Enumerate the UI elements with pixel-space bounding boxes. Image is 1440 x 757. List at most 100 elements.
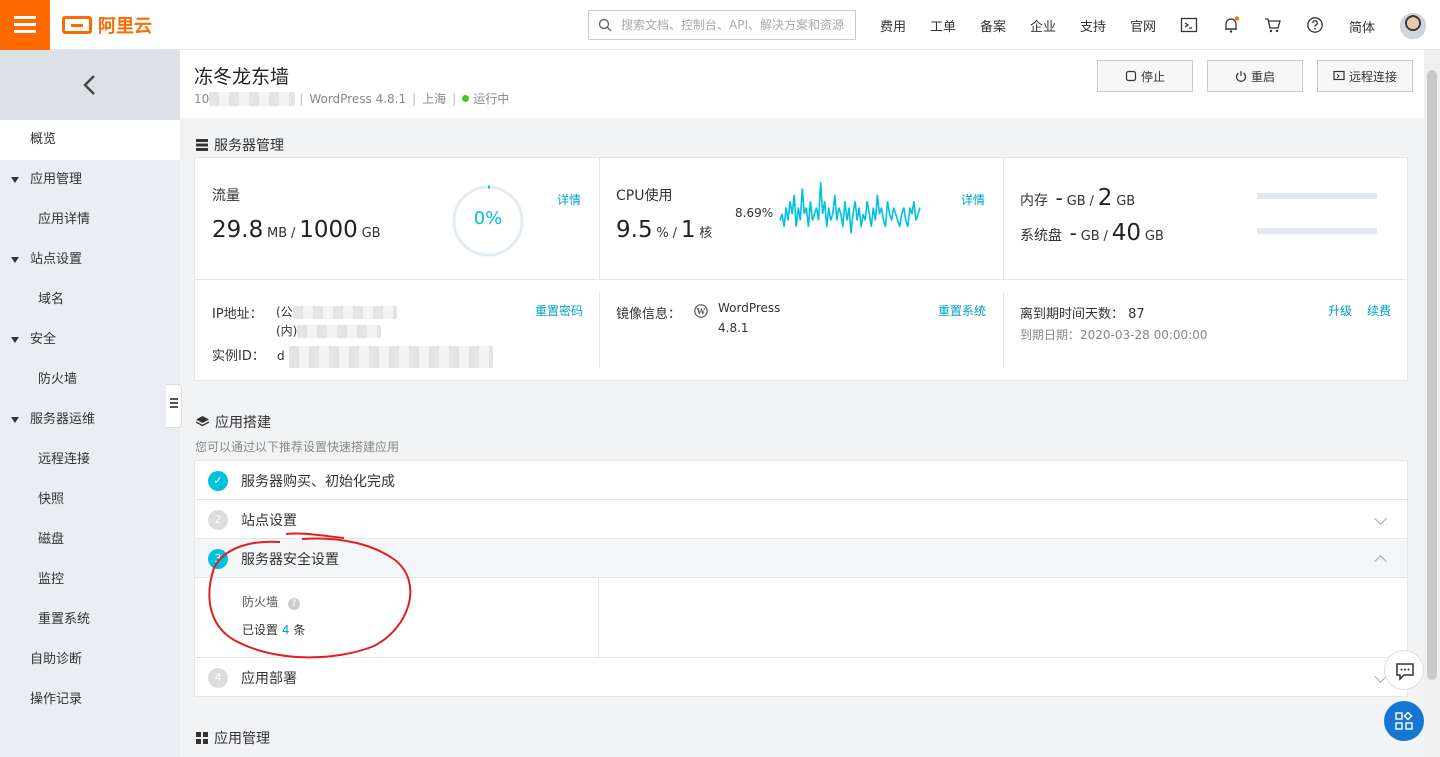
- sidebar-item-label: 磁盘: [38, 532, 65, 547]
- scrollbar-track[interactable]: [1424, 50, 1440, 757]
- server-icon: [196, 139, 208, 151]
- back-button[interactable]: [0, 50, 180, 120]
- sidebar-item-label: 应用详情: [38, 212, 91, 227]
- caret-down-icon: [11, 257, 19, 263]
- app-setup-title-text: 应用搭建: [215, 415, 271, 431]
- disk-total-unit: GB: [1144, 229, 1164, 244]
- search-icon: [598, 18, 612, 32]
- memory-total: 2: [1097, 185, 1113, 211]
- expire-days: 87: [1128, 307, 1145, 322]
- user-avatar[interactable]: [1400, 13, 1426, 39]
- sidebar-item-0[interactable]: 概览: [0, 120, 180, 160]
- feedback-button[interactable]: [1384, 650, 1424, 690]
- step-2-number: 2: [208, 510, 228, 530]
- sidebar-item-7[interactable]: 服务器运维: [0, 400, 180, 440]
- remote-icon: [1333, 70, 1345, 81]
- memory-total-unit: GB: [1116, 194, 1136, 209]
- section-title-text: 服务器管理: [214, 138, 284, 154]
- sidebar-item-8[interactable]: 远程连接: [0, 440, 180, 480]
- remote-connect-button[interactable]: 远程连接: [1317, 60, 1413, 92]
- stop-label: 停止: [1140, 69, 1165, 84]
- sidebar-item-13[interactable]: 自助诊断: [0, 640, 180, 680]
- nav-filing[interactable]: 备案: [968, 16, 1018, 35]
- instance-meta: 10 | WordPress 4.8.1 | 上海 | 运行中: [194, 91, 510, 106]
- search-input[interactable]: 搜索文档、控制台、API、解决方案和资源: [588, 10, 856, 40]
- cpu-detail-link[interactable]: 详情: [961, 191, 985, 208]
- stop-icon: [1125, 70, 1137, 82]
- sidebar-item-label: 概览: [30, 132, 57, 147]
- language-switch[interactable]: 简体: [1349, 17, 1375, 36]
- disk-sep: /: [1103, 229, 1108, 244]
- reset-system-link[interactable]: 重置系统: [938, 302, 986, 319]
- nav-ticket[interactable]: 工单: [918, 16, 968, 35]
- status-dot: [462, 95, 470, 102]
- sidebar-item-label: 域名: [38, 292, 65, 307]
- layers-icon: [196, 416, 209, 427]
- sidebar-item-label: 快照: [38, 492, 65, 507]
- sidebar-item-9[interactable]: 快照: [0, 480, 180, 520]
- cpu-block: CPU使用 9.5 % / 1 核: [616, 185, 712, 243]
- step-check-icon: ✓: [208, 471, 228, 491]
- cart-icon[interactable]: [1264, 16, 1282, 34]
- sidebar-item-3[interactable]: 站点设置: [0, 240, 180, 280]
- sidebar-item-label: 安全: [30, 332, 57, 347]
- cpu-unit: %: [656, 226, 669, 241]
- apps-icon: [1395, 712, 1413, 730]
- cpu-cores-unit: 核: [699, 226, 713, 241]
- sidebar-item-2[interactable]: 应用详情: [0, 200, 180, 240]
- sidebar-item-1[interactable]: 应用管理: [0, 160, 180, 200]
- expire-date-block: 到期日期：2020-03-28 00:00:00: [1020, 326, 1207, 343]
- reset-password-link[interactable]: 重置密码: [535, 302, 583, 319]
- bell-icon[interactable]: [1222, 16, 1240, 34]
- restart-button[interactable]: 重启: [1207, 60, 1303, 92]
- disk-block: 系统盘 - GB / 40 GB: [1020, 220, 1164, 246]
- app-mgmt-title: 应用管理: [196, 728, 270, 748]
- sidebar-item-12[interactable]: 重置系统: [0, 600, 180, 640]
- masked-instance-id: [288, 345, 493, 368]
- header-region: 上海: [422, 92, 447, 106]
- sidebar-menu: 概览应用管理应用详情站点设置域名安全防火墙服务器运维远程连接快照磁盘监控重置系统…: [0, 120, 180, 720]
- caret-down-icon: [11, 337, 19, 343]
- memory-block: 内存 - GB / 2 GB: [1020, 185, 1135, 211]
- masked-ip: [209, 91, 296, 106]
- nav-fee[interactable]: 费用: [868, 16, 918, 35]
- image-info-label: 镜像信息：: [616, 307, 682, 322]
- power-icon: [1235, 71, 1246, 82]
- sidebar-item-5[interactable]: 安全: [0, 320, 180, 360]
- traffic-total-unit: GB: [361, 226, 381, 241]
- sidebar-item-4[interactable]: 域名: [0, 280, 180, 320]
- sidebar-item-label: 服务器运维: [30, 412, 96, 427]
- sidebar-item-11[interactable]: 监控: [0, 560, 180, 600]
- sidebar-item-label: 重置系统: [38, 612, 91, 627]
- step-4-number: 4: [208, 668, 228, 688]
- remote-label: 远程连接: [1348, 69, 1397, 84]
- upgrade-link[interactable]: 升级: [1328, 302, 1352, 319]
- caret-down-icon: [11, 417, 19, 423]
- nav-enterprise[interactable]: 企业: [1018, 16, 1068, 35]
- aliyun-logo[interactable]: 阿里云: [62, 14, 152, 37]
- list-icon: [170, 398, 178, 400]
- cpu-peak-label: 8.69%: [735, 206, 774, 220]
- instance-id-block: 实例ID： d: [212, 345, 493, 368]
- nav-official[interactable]: 官网: [1118, 16, 1168, 35]
- red-annotation-circle: [208, 532, 412, 659]
- renew-link[interactable]: 续费: [1367, 302, 1391, 319]
- sidebar: 概览应用管理应用详情站点设置域名安全防火墙服务器运维远程连接快照磁盘监控重置系统…: [0, 50, 180, 757]
- quick-menu-button[interactable]: [1384, 701, 1424, 741]
- step-4[interactable]: 4 应用部署: [195, 658, 1407, 697]
- help-icon[interactable]: [1306, 16, 1324, 34]
- traffic-detail-link[interactable]: 详情: [557, 191, 581, 208]
- scrollbar-thumb[interactable]: [1427, 70, 1437, 680]
- terminal-icon[interactable]: [1180, 16, 1198, 34]
- nav-support[interactable]: 支持: [1068, 16, 1118, 35]
- menu-icon[interactable]: [0, 0, 50, 50]
- step-1: ✓ 服务器购买、初始化完成: [195, 461, 1407, 500]
- wordpress-icon: W: [694, 304, 708, 318]
- sidebar-item-6[interactable]: 防火墙: [0, 360, 180, 400]
- stop-button[interactable]: 停止: [1097, 60, 1193, 92]
- sidebar-item-14[interactable]: 操作记录: [0, 680, 180, 720]
- instance-id-label: 实例ID：: [212, 349, 265, 364]
- memory-used-unit: GB: [1066, 194, 1086, 209]
- masked-private-ip: [297, 325, 382, 338]
- sidebar-item-10[interactable]: 磁盘: [0, 520, 180, 560]
